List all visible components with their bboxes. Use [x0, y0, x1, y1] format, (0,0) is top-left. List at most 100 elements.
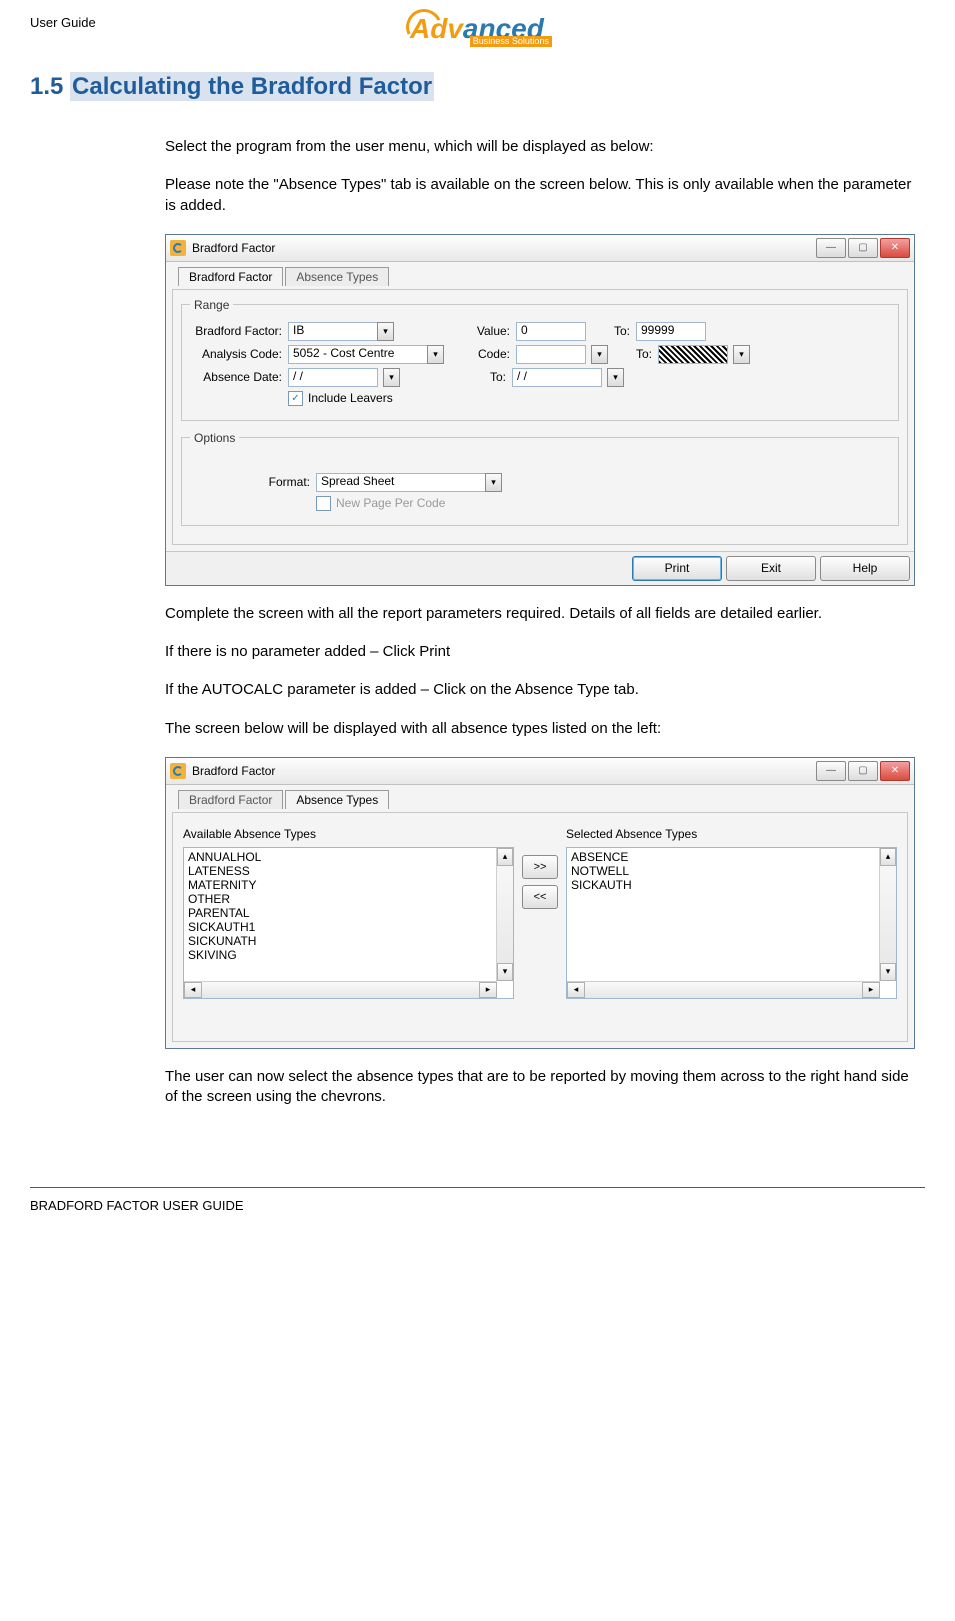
body-column: Select the program from the user menu, w…	[165, 137, 915, 1107]
absence-to-label: To:	[406, 370, 506, 384]
format-value[interactable]: Spread Sheet	[316, 473, 486, 492]
page-header: User Guide Advanced Business Solutions	[30, 15, 925, 43]
exit-button[interactable]: Exit	[726, 556, 816, 581]
chevron-down-icon[interactable]: ▾	[427, 345, 444, 364]
paragraph: Complete the screen with all the report …	[165, 604, 915, 624]
brand-logo: Advanced Business Solutions	[410, 15, 544, 43]
tab-absence-types[interactable]: Absence Types	[285, 267, 389, 286]
bradford-factor-window-1: Bradford Factor — ▢ ✕ Bradford Factor Ab…	[165, 234, 915, 586]
minimize-button[interactable]: —	[816, 761, 846, 781]
page-footer: BRADFORD FACTOR USER GUIDE	[30, 1187, 925, 1213]
help-button[interactable]: Help	[820, 556, 910, 581]
available-types-listbox[interactable]: ANNUALHOL LATENESS MATERNITY OTHER PAREN…	[183, 847, 514, 999]
heading-title: Calculating the Bradford Factor	[70, 72, 434, 101]
analysis-code-value[interactable]: 5052 - Cost Centre	[288, 345, 428, 364]
paragraph: Select the program from the user menu, w…	[165, 137, 915, 157]
value-to-input[interactable]: 99999	[636, 322, 706, 341]
list-item[interactable]: NOTWELL	[571, 864, 892, 878]
tab-absence-types[interactable]: Absence Types	[285, 790, 389, 809]
scroll-down-icon[interactable]: ▾	[880, 963, 896, 981]
scroll-up-icon[interactable]: ▴	[880, 848, 896, 866]
scroll-left-icon[interactable]: ◂	[184, 982, 202, 998]
code-to-dropdown-button[interactable]: ▾	[733, 345, 750, 364]
bradford-factor-combo[interactable]: IB ▾	[288, 322, 394, 341]
paragraph: If there is no parameter added – Click P…	[165, 642, 915, 662]
format-combo[interactable]: Spread Sheet ▾	[316, 473, 502, 492]
absence-to-input[interactable]: / /	[512, 368, 602, 387]
minimize-button[interactable]: —	[816, 238, 846, 258]
horizontal-scrollbar[interactable]: ◂▸	[184, 981, 497, 998]
bradford-factor-window-2: Bradford Factor — ▢ ✕ Bradford Factor Ab…	[165, 757, 915, 1049]
scroll-left-icon[interactable]: ◂	[567, 982, 585, 998]
list-item[interactable]: OTHER	[188, 892, 509, 906]
absence-to-picker-button[interactable]: ▾	[607, 368, 624, 387]
chevron-down-icon[interactable]: ▾	[485, 473, 502, 492]
chevron-down-icon[interactable]: ▾	[377, 322, 394, 341]
scroll-down-icon[interactable]: ▾	[497, 963, 513, 981]
close-button[interactable]: ✕	[880, 761, 910, 781]
window-titlebar[interactable]: Bradford Factor — ▢ ✕	[166, 235, 914, 262]
scroll-right-icon[interactable]: ▸	[479, 982, 497, 998]
app-icon	[170, 763, 186, 779]
include-leavers-label: Include Leavers	[308, 391, 393, 405]
tab-bradford-factor[interactable]: Bradford Factor	[178, 267, 283, 286]
print-button[interactable]: Print	[632, 556, 722, 581]
code-input[interactable]	[516, 345, 586, 364]
list-item[interactable]: MATERNITY	[188, 878, 509, 892]
paragraph: Please note the "Absence Types" tab is a…	[165, 175, 915, 216]
section-heading: 1.5 Calculating the Bradford Factor	[30, 73, 925, 101]
header-left-label: User Guide	[30, 15, 410, 30]
absence-date-label: Absence Date:	[190, 370, 282, 384]
heading-number: 1.5	[30, 73, 63, 100]
list-item[interactable]: SKIVING	[188, 948, 509, 962]
maximize-button[interactable]: ▢	[848, 761, 878, 781]
vertical-scrollbar[interactable]: ▴▾	[879, 848, 896, 981]
move-right-button[interactable]: >>	[522, 855, 558, 879]
code-to-label: To:	[614, 347, 652, 361]
app-icon	[170, 240, 186, 256]
window-titlebar[interactable]: Bradford Factor — ▢ ✕	[166, 758, 914, 785]
value-to-label: To:	[592, 324, 630, 338]
list-item[interactable]: ABSENCE	[571, 850, 892, 864]
analysis-code-label: Analysis Code:	[190, 347, 282, 361]
move-left-button[interactable]: <<	[522, 885, 558, 909]
available-types-label: Available Absence Types	[183, 827, 514, 841]
checkbox-icon: ✓	[316, 496, 331, 511]
logo-subtext: Business Solutions	[470, 36, 552, 47]
list-item[interactable]: PARENTAL	[188, 906, 509, 920]
options-group: Options Format: Spread Sheet ▾ ✓ New Pag…	[181, 431, 899, 526]
scroll-up-icon[interactable]: ▴	[497, 848, 513, 866]
checkbox-icon: ✓	[288, 391, 303, 406]
value-label: Value:	[400, 324, 510, 338]
maximize-button[interactable]: ▢	[848, 238, 878, 258]
range-group: Range Bradford Factor: IB ▾ Value: 0 To:…	[181, 298, 899, 421]
code-to-input-hatched[interactable]	[658, 345, 728, 364]
horizontal-scrollbar[interactable]: ◂▸	[567, 981, 880, 998]
list-item[interactable]: SICKAUTH	[571, 878, 892, 892]
value-input[interactable]: 0	[516, 322, 586, 341]
absence-date-input[interactable]: / /	[288, 368, 378, 387]
absence-date-picker-button[interactable]: ▾	[383, 368, 400, 387]
window-title: Bradford Factor	[192, 241, 814, 255]
list-item[interactable]: LATENESS	[188, 864, 509, 878]
code-dropdown-button[interactable]: ▾	[591, 345, 608, 364]
window-title: Bradford Factor	[192, 764, 814, 778]
selected-types-listbox[interactable]: ABSENCE NOTWELL SICKAUTH ▴▾ ◂▸	[566, 847, 897, 999]
scroll-right-icon[interactable]: ▸	[862, 982, 880, 998]
list-item[interactable]: SICKAUTH1	[188, 920, 509, 934]
vertical-scrollbar[interactable]: ▴▾	[496, 848, 513, 981]
selected-types-label: Selected Absence Types	[566, 827, 897, 841]
format-label: Format:	[190, 475, 310, 489]
list-item[interactable]: SICKUNATH	[188, 934, 509, 948]
list-item[interactable]: ANNUALHOL	[188, 850, 509, 864]
close-button[interactable]: ✕	[880, 238, 910, 258]
paragraph: The screen below will be displayed with …	[165, 719, 915, 739]
analysis-code-combo[interactable]: 5052 - Cost Centre ▾	[288, 345, 444, 364]
bradford-factor-value[interactable]: IB	[288, 322, 378, 341]
tab-bradford-factor[interactable]: Bradford Factor	[178, 790, 283, 809]
code-label: Code:	[450, 347, 510, 361]
new-page-per-code-checkbox[interactable]: ✓ New Page Per Code	[316, 496, 445, 511]
paragraph: The user can now select the absence type…	[165, 1067, 915, 1108]
include-leavers-checkbox[interactable]: ✓ Include Leavers	[288, 391, 393, 406]
bradford-factor-label: Bradford Factor:	[190, 324, 282, 338]
